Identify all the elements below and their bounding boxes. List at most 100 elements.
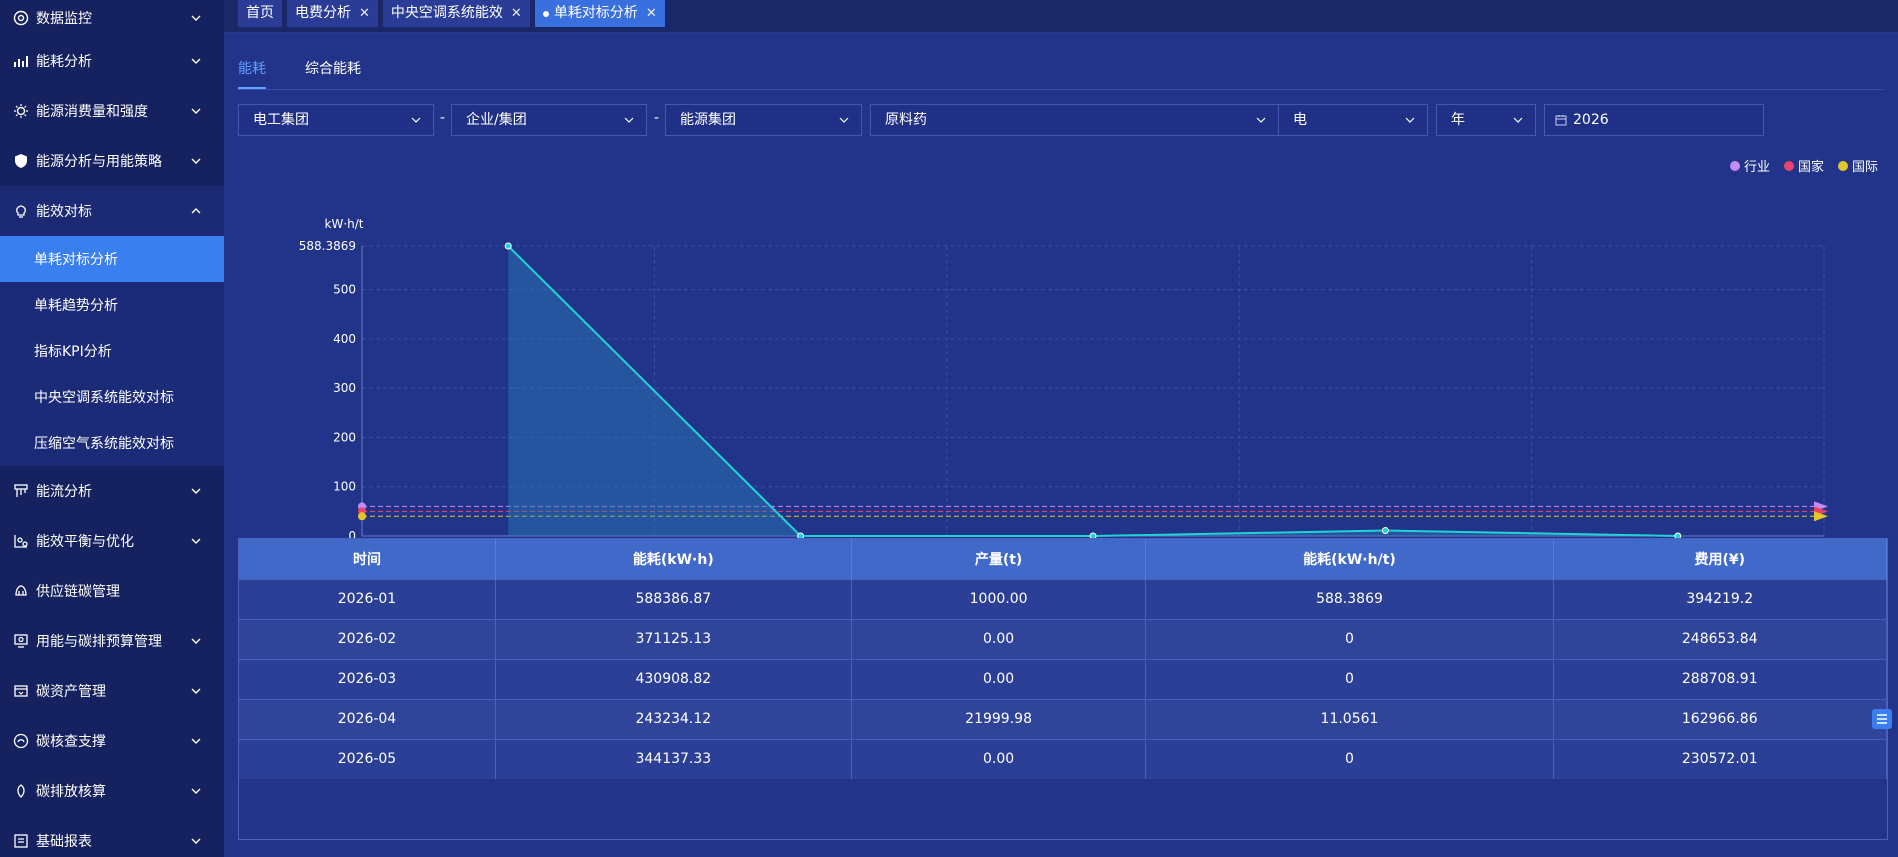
list-tool-icon[interactable] bbox=[1872, 709, 1892, 729]
group-select[interactable]: 电工集团 bbox=[238, 104, 434, 136]
tab-hvac-efficiency[interactable]: 中央空调系统能效 ✕ bbox=[382, 0, 530, 27]
sidebar-item-energy-flow[interactable]: 能流分析 bbox=[0, 466, 224, 516]
sidebar-item-label: 能效平衡与优化 bbox=[36, 534, 134, 550]
reference-line-marker bbox=[358, 512, 366, 521]
sidebar-item-benchmark[interactable]: 能效对标 bbox=[0, 186, 224, 236]
table-cell: 394219.2 bbox=[1553, 578, 1887, 619]
sidebar-item-label: 能源分析与用能策略 bbox=[36, 154, 162, 170]
sidebar-item-unit-trend[interactable]: 单耗趋势分析 bbox=[0, 282, 224, 328]
shield-icon bbox=[12, 152, 30, 170]
bar-chart-icon bbox=[12, 52, 30, 70]
main-content: 能耗 综合能耗 电工集团 - 企业/集团 - 能源集团 原料药 电 年 2026… bbox=[224, 36, 1898, 857]
table-cell: 248653.84 bbox=[1553, 618, 1887, 659]
sidebar-item-consumption[interactable]: 能源消费量和强度 bbox=[0, 86, 224, 136]
subtab-energy[interactable]: 能耗 bbox=[238, 58, 266, 89]
sidebar-item-label: 碳排放核算 bbox=[36, 784, 106, 800]
table-header-cell: 能耗(kW·h) bbox=[495, 539, 852, 579]
table-cell: 21999.98 bbox=[851, 698, 1147, 739]
tab-electricity-fee[interactable]: 电费分析 ✕ bbox=[287, 0, 378, 27]
sidebar-item-report[interactable]: 基础报表 bbox=[0, 816, 224, 857]
sidebar-item-hvac-benchmark[interactable]: 中央空调系统能效对标 bbox=[0, 374, 224, 420]
energy-type-select[interactable]: 电 bbox=[1278, 104, 1428, 136]
y-tick-label: 588.3869 bbox=[299, 239, 356, 253]
report-icon bbox=[12, 832, 30, 850]
energy-group-select[interactable]: 能源集团 bbox=[665, 104, 862, 136]
table-cell: 2026-02 bbox=[239, 618, 496, 659]
material-select[interactable]: 原料药 bbox=[870, 104, 1279, 136]
sidebar-item-label: 能流分析 bbox=[36, 484, 92, 500]
select-value: 原料药 bbox=[885, 112, 927, 128]
verify-icon bbox=[12, 732, 30, 750]
sidebar-item-carbon-asset[interactable]: 碳资产管理 bbox=[0, 666, 224, 716]
subtab-comprehensive-energy[interactable]: 综合能耗 bbox=[305, 58, 361, 78]
asset-icon bbox=[12, 682, 30, 700]
date-picker[interactable]: 2026 bbox=[1544, 104, 1764, 136]
sidebar-item-air-benchmark[interactable]: 压缩空气系统能效对标 bbox=[0, 420, 224, 466]
table-cell: 588386.87 bbox=[495, 578, 852, 619]
carbon-icon bbox=[12, 782, 30, 800]
tab-home[interactable]: 首页 bbox=[238, 0, 282, 27]
sidebar-item-label: 供应链碳管理 bbox=[36, 584, 120, 600]
sidebar-item-balance[interactable]: 能效平衡与优化 bbox=[0, 516, 224, 566]
chevron-down-icon bbox=[1256, 117, 1266, 123]
sidebar-submenu-benchmark: 单耗对标分析 单耗趋势分析 指标KPI分析 中央空调系统能效对标 压缩空气系统能… bbox=[0, 236, 224, 466]
close-icon[interactable]: ✕ bbox=[359, 0, 370, 27]
table-cell: 162966.86 bbox=[1553, 698, 1887, 739]
tab-unit-benchmark[interactable]: 单耗对标分析 ✕ bbox=[534, 0, 665, 27]
filter-bar: 电工集团 - 企业/集团 - 能源集团 原料药 电 年 2026 bbox=[224, 104, 1898, 136]
sidebar-item-label: 能耗分析 bbox=[36, 54, 92, 70]
sidebar-item-energy-analysis[interactable]: 能耗分析 bbox=[0, 36, 224, 86]
active-dot-icon bbox=[542, 10, 549, 17]
calendar-icon bbox=[1555, 115, 1567, 126]
sidebar-item-label: 基础报表 bbox=[36, 834, 92, 850]
table-cell: 0.00 bbox=[851, 738, 1147, 779]
sidebar-item-unit-benchmark[interactable]: 单耗对标分析 bbox=[0, 236, 224, 282]
table-cell: 0 bbox=[1145, 658, 1554, 699]
monitor-icon bbox=[12, 9, 30, 27]
table-cell: 288708.91 bbox=[1553, 658, 1887, 699]
sidebar-item-label: 用能与碳排预算管理 bbox=[36, 634, 162, 650]
tab-bar: 首页 电费分析 ✕ 中央空调系统能效 ✕ 单耗对标分析 ✕ bbox=[224, 0, 1898, 34]
table-row: 2026-01 588386.87 1000.00 588.3869 394219.2 bbox=[239, 578, 1887, 619]
org-select[interactable]: 企业/集团 bbox=[451, 104, 647, 136]
close-icon[interactable]: ✕ bbox=[511, 0, 522, 27]
sidebar-item-carbon-calc[interactable]: 碳排放核算 bbox=[0, 766, 224, 816]
table-cell: 2026-01 bbox=[239, 578, 496, 619]
sidebar-item-strategy[interactable]: 能源分析与用能策略 bbox=[0, 136, 224, 186]
close-icon[interactable]: ✕ bbox=[646, 0, 657, 27]
chevron-down-icon bbox=[191, 738, 201, 744]
chevron-down-icon bbox=[411, 117, 421, 123]
data-table: 时间 能耗(kW·h) 产量(t) 能耗(kW·h/t) 费用(¥) 2026-01 58… bbox=[238, 538, 1888, 840]
table-cell: 0.00 bbox=[851, 618, 1147, 659]
table-header-row: 时间 能耗(kW·h) 产量(t) 能耗(kW·h/t) 费用(¥) bbox=[239, 539, 1887, 579]
period-select[interactable]: 年 bbox=[1436, 104, 1536, 136]
separator: - bbox=[440, 110, 446, 126]
sidebar-item-supply-chain[interactable]: 供应链碳管理 bbox=[0, 566, 224, 616]
chevron-down-icon bbox=[191, 638, 201, 644]
select-value: 企业/集团 bbox=[466, 112, 527, 128]
sidebar-item-budget[interactable]: 用能与碳排预算管理 bbox=[0, 616, 224, 666]
table-cell: 371125.13 bbox=[495, 618, 852, 659]
table-cell: 0.00 bbox=[851, 658, 1147, 699]
sidebar-item-verify[interactable]: 碳核查支撑 bbox=[0, 716, 224, 766]
table-row: 2026-02 371125.13 0.00 0 248653.84 bbox=[239, 618, 1887, 659]
tab-label: 中央空调系统能效 bbox=[390, 5, 503, 21]
sun-icon bbox=[12, 102, 30, 120]
table-header-cell: 产量(t) bbox=[851, 539, 1147, 579]
table-row: 2026-04 243234.12 21999.98 11.0561 162966.86 bbox=[239, 698, 1887, 739]
flow-icon bbox=[12, 482, 30, 500]
table-cell: 243234.12 bbox=[495, 698, 852, 739]
balance-icon bbox=[12, 532, 30, 550]
sidebar-item-data-monitor[interactable]: 数据监控 bbox=[0, 0, 224, 36]
chevron-down-icon bbox=[191, 158, 201, 164]
sidebar-item-kpi[interactable]: 指标KPI分析 bbox=[0, 328, 224, 374]
table-cell: 1000.00 bbox=[851, 578, 1147, 619]
table-cell: 2026-04 bbox=[239, 698, 496, 739]
table-header-cell: 能耗(kW·h/t) bbox=[1145, 539, 1554, 579]
y-tick-label: 200 bbox=[333, 430, 356, 444]
data-point bbox=[1381, 527, 1389, 535]
chevron-down-icon bbox=[191, 58, 201, 64]
bulb-icon bbox=[12, 202, 30, 220]
table-cell: 0 bbox=[1145, 618, 1554, 659]
table-cell: 344137.33 bbox=[495, 738, 852, 779]
